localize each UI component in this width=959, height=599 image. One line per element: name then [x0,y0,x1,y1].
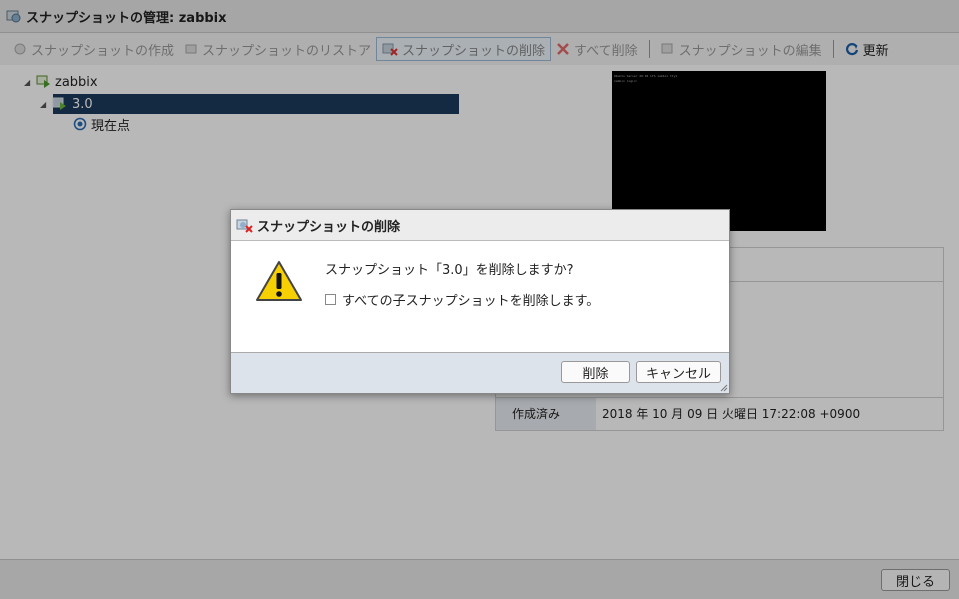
confirm-delete-button[interactable]: 削除 [561,361,630,383]
delete-children-checkbox[interactable] [325,294,336,305]
warning-icon [255,259,303,303]
delete-children-option[interactable]: すべての子スナップショットを削除します。 [325,290,599,309]
delete-children-label: すべての子スナップショットを削除します。 [342,294,600,309]
dialog-footer: 削除 キャンセル [231,352,729,393]
dialog-titlebar: スナップショットの削除 [231,210,729,241]
cancel-button[interactable]: キャンセル [636,361,721,383]
dialog-message: スナップショット「3.0」を削除しますか? [325,263,574,278]
dialog-title: スナップショットの削除 [257,219,401,235]
resize-grip-icon[interactable] [720,384,728,392]
delete-snapshot-dialog: スナップショットの削除 スナップショット「3.0」を削除しますか? すべての子ス… [230,209,730,394]
delete-snapshot-icon [236,218,253,233]
